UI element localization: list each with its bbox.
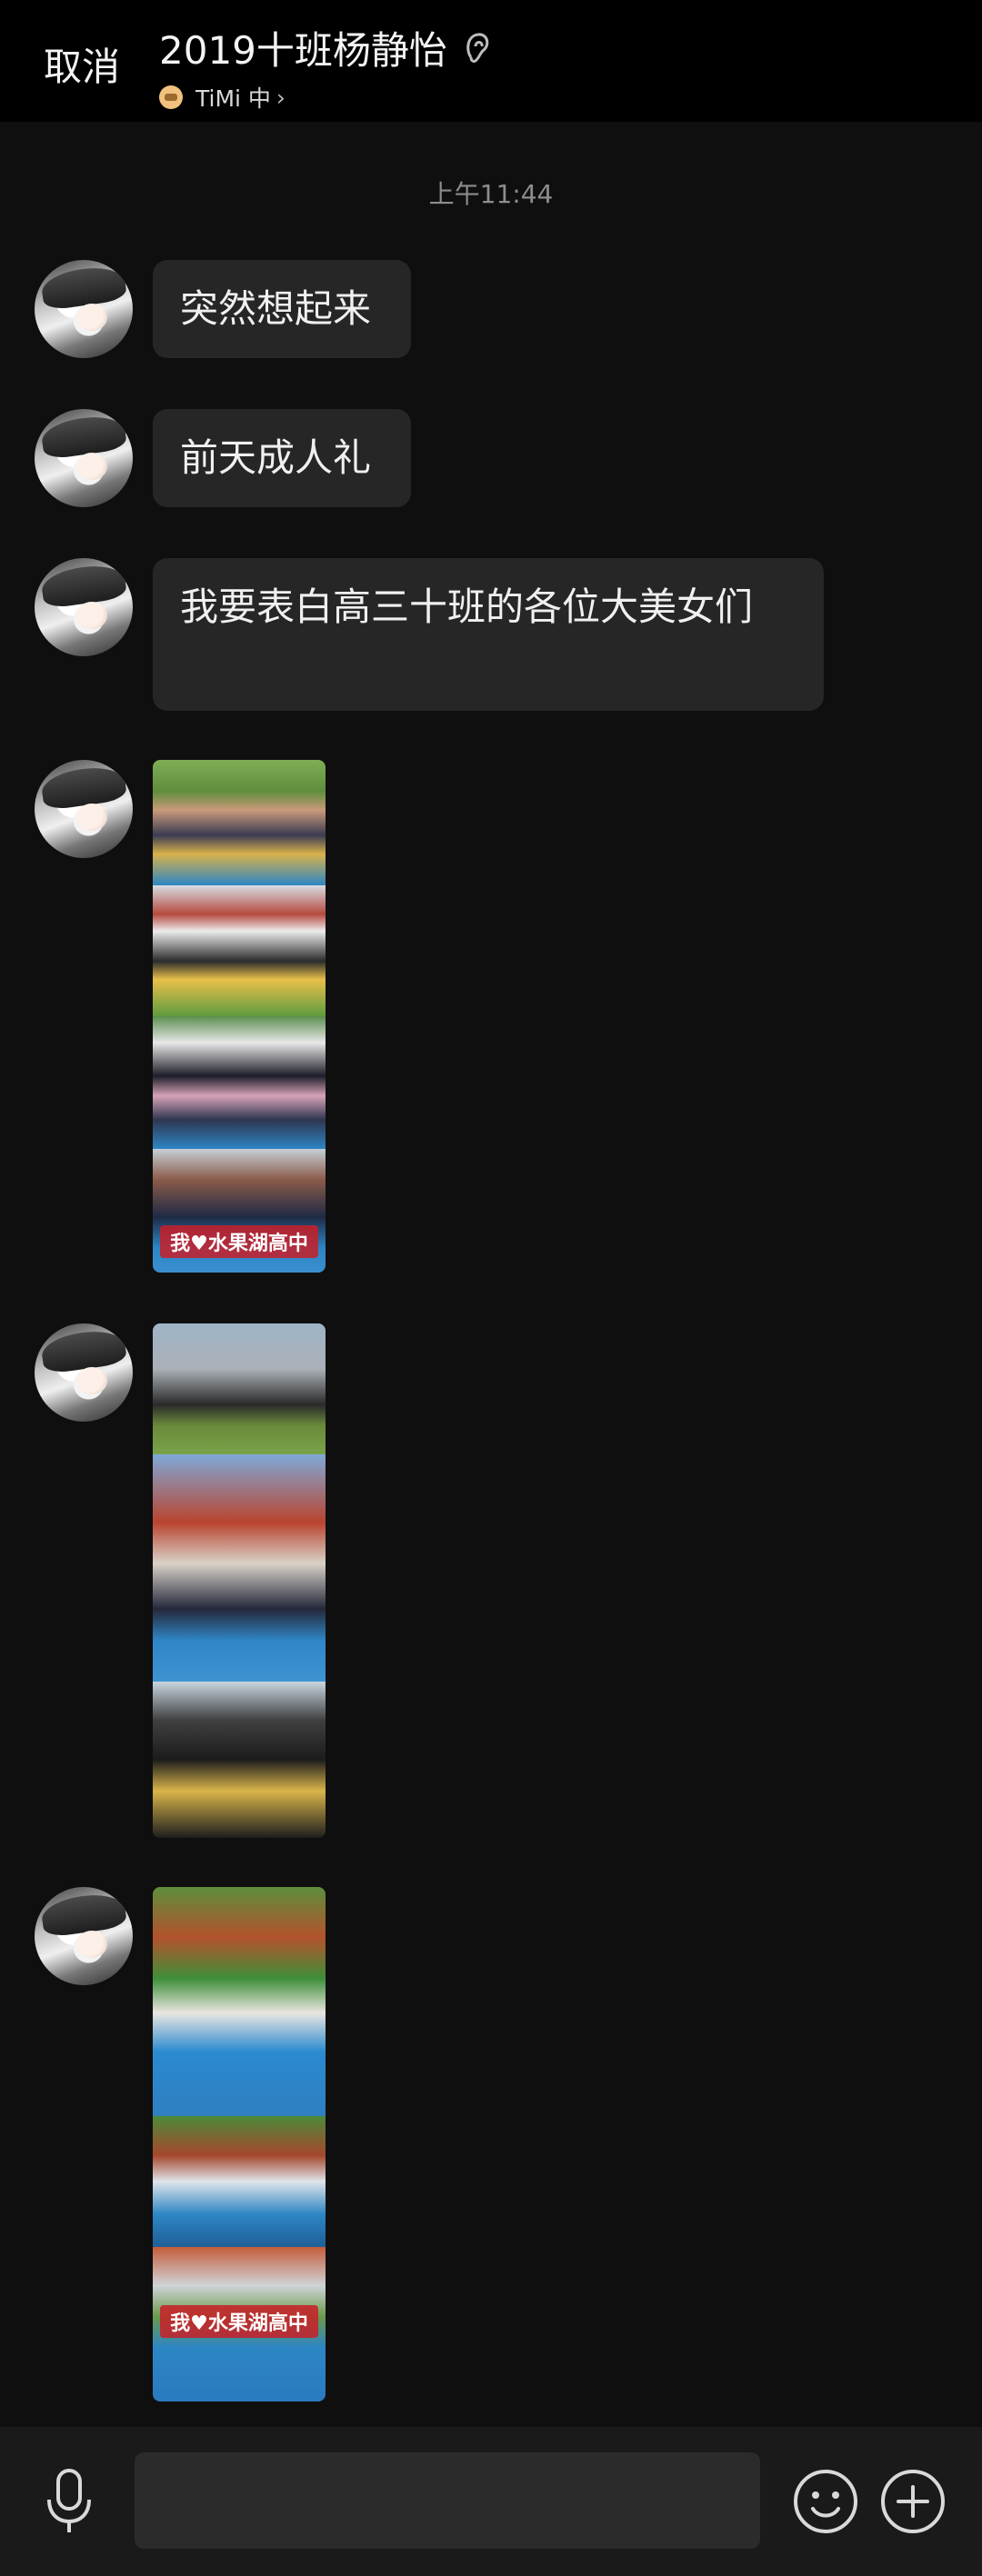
chat-title-area[interactable]: 2019十班杨静怡 TiMi 中 ›: [159, 20, 493, 114]
chat-substatus: TiMi 中: [195, 85, 271, 112]
plus-icon[interactable]: [878, 2467, 947, 2536]
avatar[interactable]: [35, 1323, 133, 1422]
photo-banner-text: 我♥水果湖高中: [160, 2305, 318, 2338]
avatar[interactable]: [35, 558, 133, 656]
image-message[interactable]: 我♥水果湖高中: [153, 1887, 326, 2401]
chat-title: 2019十班杨静怡: [159, 28, 447, 73]
photo[interactable]: [153, 1016, 326, 1149]
cancel-button[interactable]: 取消: [44, 36, 120, 92]
chevron-right-icon: ›: [276, 84, 286, 111]
microphone-icon[interactable]: [42, 2467, 96, 2536]
photo[interactable]: [153, 1454, 326, 1682]
message-timestamp: 上午11:44: [428, 179, 554, 209]
photo[interactable]: [153, 885, 326, 1016]
photo[interactable]: [153, 2116, 326, 2247]
avatar[interactable]: [35, 260, 133, 358]
avatar[interactable]: [35, 1887, 133, 1985]
message-bubble[interactable]: 我要表白高三十班的各位大美女们: [153, 558, 824, 711]
message-bubble[interactable]: 前天成人礼: [153, 409, 411, 507]
photo[interactable]: [153, 760, 326, 885]
game-status-icon: [159, 85, 183, 109]
photo-banner-text: 我♥水果湖高中: [160, 1225, 318, 1258]
emoji-icon[interactable]: [791, 2467, 860, 2536]
photo[interactable]: 我♥水果湖高中: [153, 2247, 326, 2401]
message-input[interactable]: [135, 2452, 760, 2549]
message-bubble[interactable]: 突然想起来: [153, 260, 411, 358]
input-bar: [0, 2427, 982, 2576]
photo[interactable]: [153, 1323, 326, 1454]
photo[interactable]: 我♥水果湖高中: [153, 1149, 326, 1273]
photo[interactable]: [153, 1887, 326, 2116]
photo[interactable]: [153, 1682, 326, 1838]
image-message[interactable]: 我♥水果湖高中: [153, 760, 326, 1273]
image-message[interactable]: [153, 1323, 326, 1838]
chat-header: 取消 2019十班杨静怡 TiMi 中 ›: [0, 0, 982, 122]
avatar[interactable]: [35, 760, 133, 858]
ear-icon: [466, 32, 489, 63]
avatar[interactable]: [35, 409, 133, 507]
